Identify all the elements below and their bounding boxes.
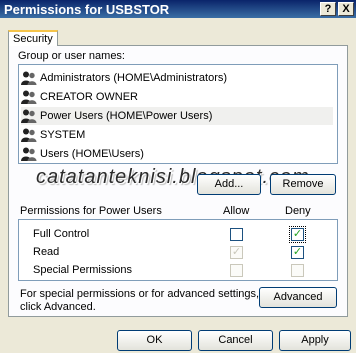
remove-button[interactable]: Remove [270,174,336,195]
allow-checkbox-full-control[interactable] [230,228,243,241]
users-group-icon [21,128,37,142]
allow-checkbox-read[interactable]: ✓ [230,246,243,259]
tab-security[interactable]: Security [8,30,58,46]
group-label: CREATOR OWNER [40,91,138,103]
list-item[interactable]: CREATOR OWNER [21,88,333,106]
watermark: catatanteknisi.blogspot.com [36,166,310,188]
list-item-selected[interactable]: Power Users (HOME\Power Users) [21,107,333,125]
permissions-header: Permissions for Power Users [20,205,162,217]
add-button[interactable]: Add... [197,174,261,195]
window-title: Permissions for USBSTOR [4,1,170,17]
title-bar: Permissions for USBSTOR ? X [0,0,356,18]
advanced-hint-text: For special permissions or for advanced … [20,288,260,313]
users-group-icon [21,71,37,85]
advanced-button[interactable]: Advanced [259,287,337,308]
users-group-icon [21,147,37,161]
users-group-icon [21,109,37,123]
permission-label: Full Control [33,228,90,240]
permissions-list: Full Control ✓ Read ✓ ✓ Special Permissi… [18,219,338,281]
deny-checkbox-full-control[interactable]: ✓ [289,226,306,243]
permissions-dialog: Permissions for USBSTOR ? X Security Gro… [0,0,356,353]
group-label: Administrators (HOME\Administrators) [40,72,228,84]
group-list-label: Group or user names: [18,50,125,62]
deny-checkbox-special[interactable] [291,264,304,277]
group-label: Users (HOME\Users) [40,148,144,160]
list-item[interactable]: Administrators (HOME\Administrators) [21,69,333,87]
deny-column-header: Deny [285,205,311,217]
allow-column-header: Allow [223,205,250,217]
cancel-button[interactable]: Cancel [198,330,273,351]
group-label: SYSTEM [40,129,86,141]
list-item[interactable]: SYSTEM [21,126,333,144]
permission-label: Read [33,246,60,258]
permission-label: Special Permissions [33,264,133,276]
allow-checkbox-special[interactable] [230,264,243,277]
group-user-list[interactable]: Administrators (HOME\Administrators) CRE… [18,64,338,164]
apply-button[interactable]: Apply [279,330,351,351]
close-button[interactable]: X [338,2,354,16]
group-label: Power Users (HOME\Power Users) [40,110,213,122]
users-group-icon [21,90,37,104]
list-item[interactable]: Users (HOME\Users) [21,145,333,163]
ok-button[interactable]: OK [117,330,192,351]
help-button[interactable]: ? [320,2,336,16]
deny-checkbox-read[interactable]: ✓ [291,246,304,259]
